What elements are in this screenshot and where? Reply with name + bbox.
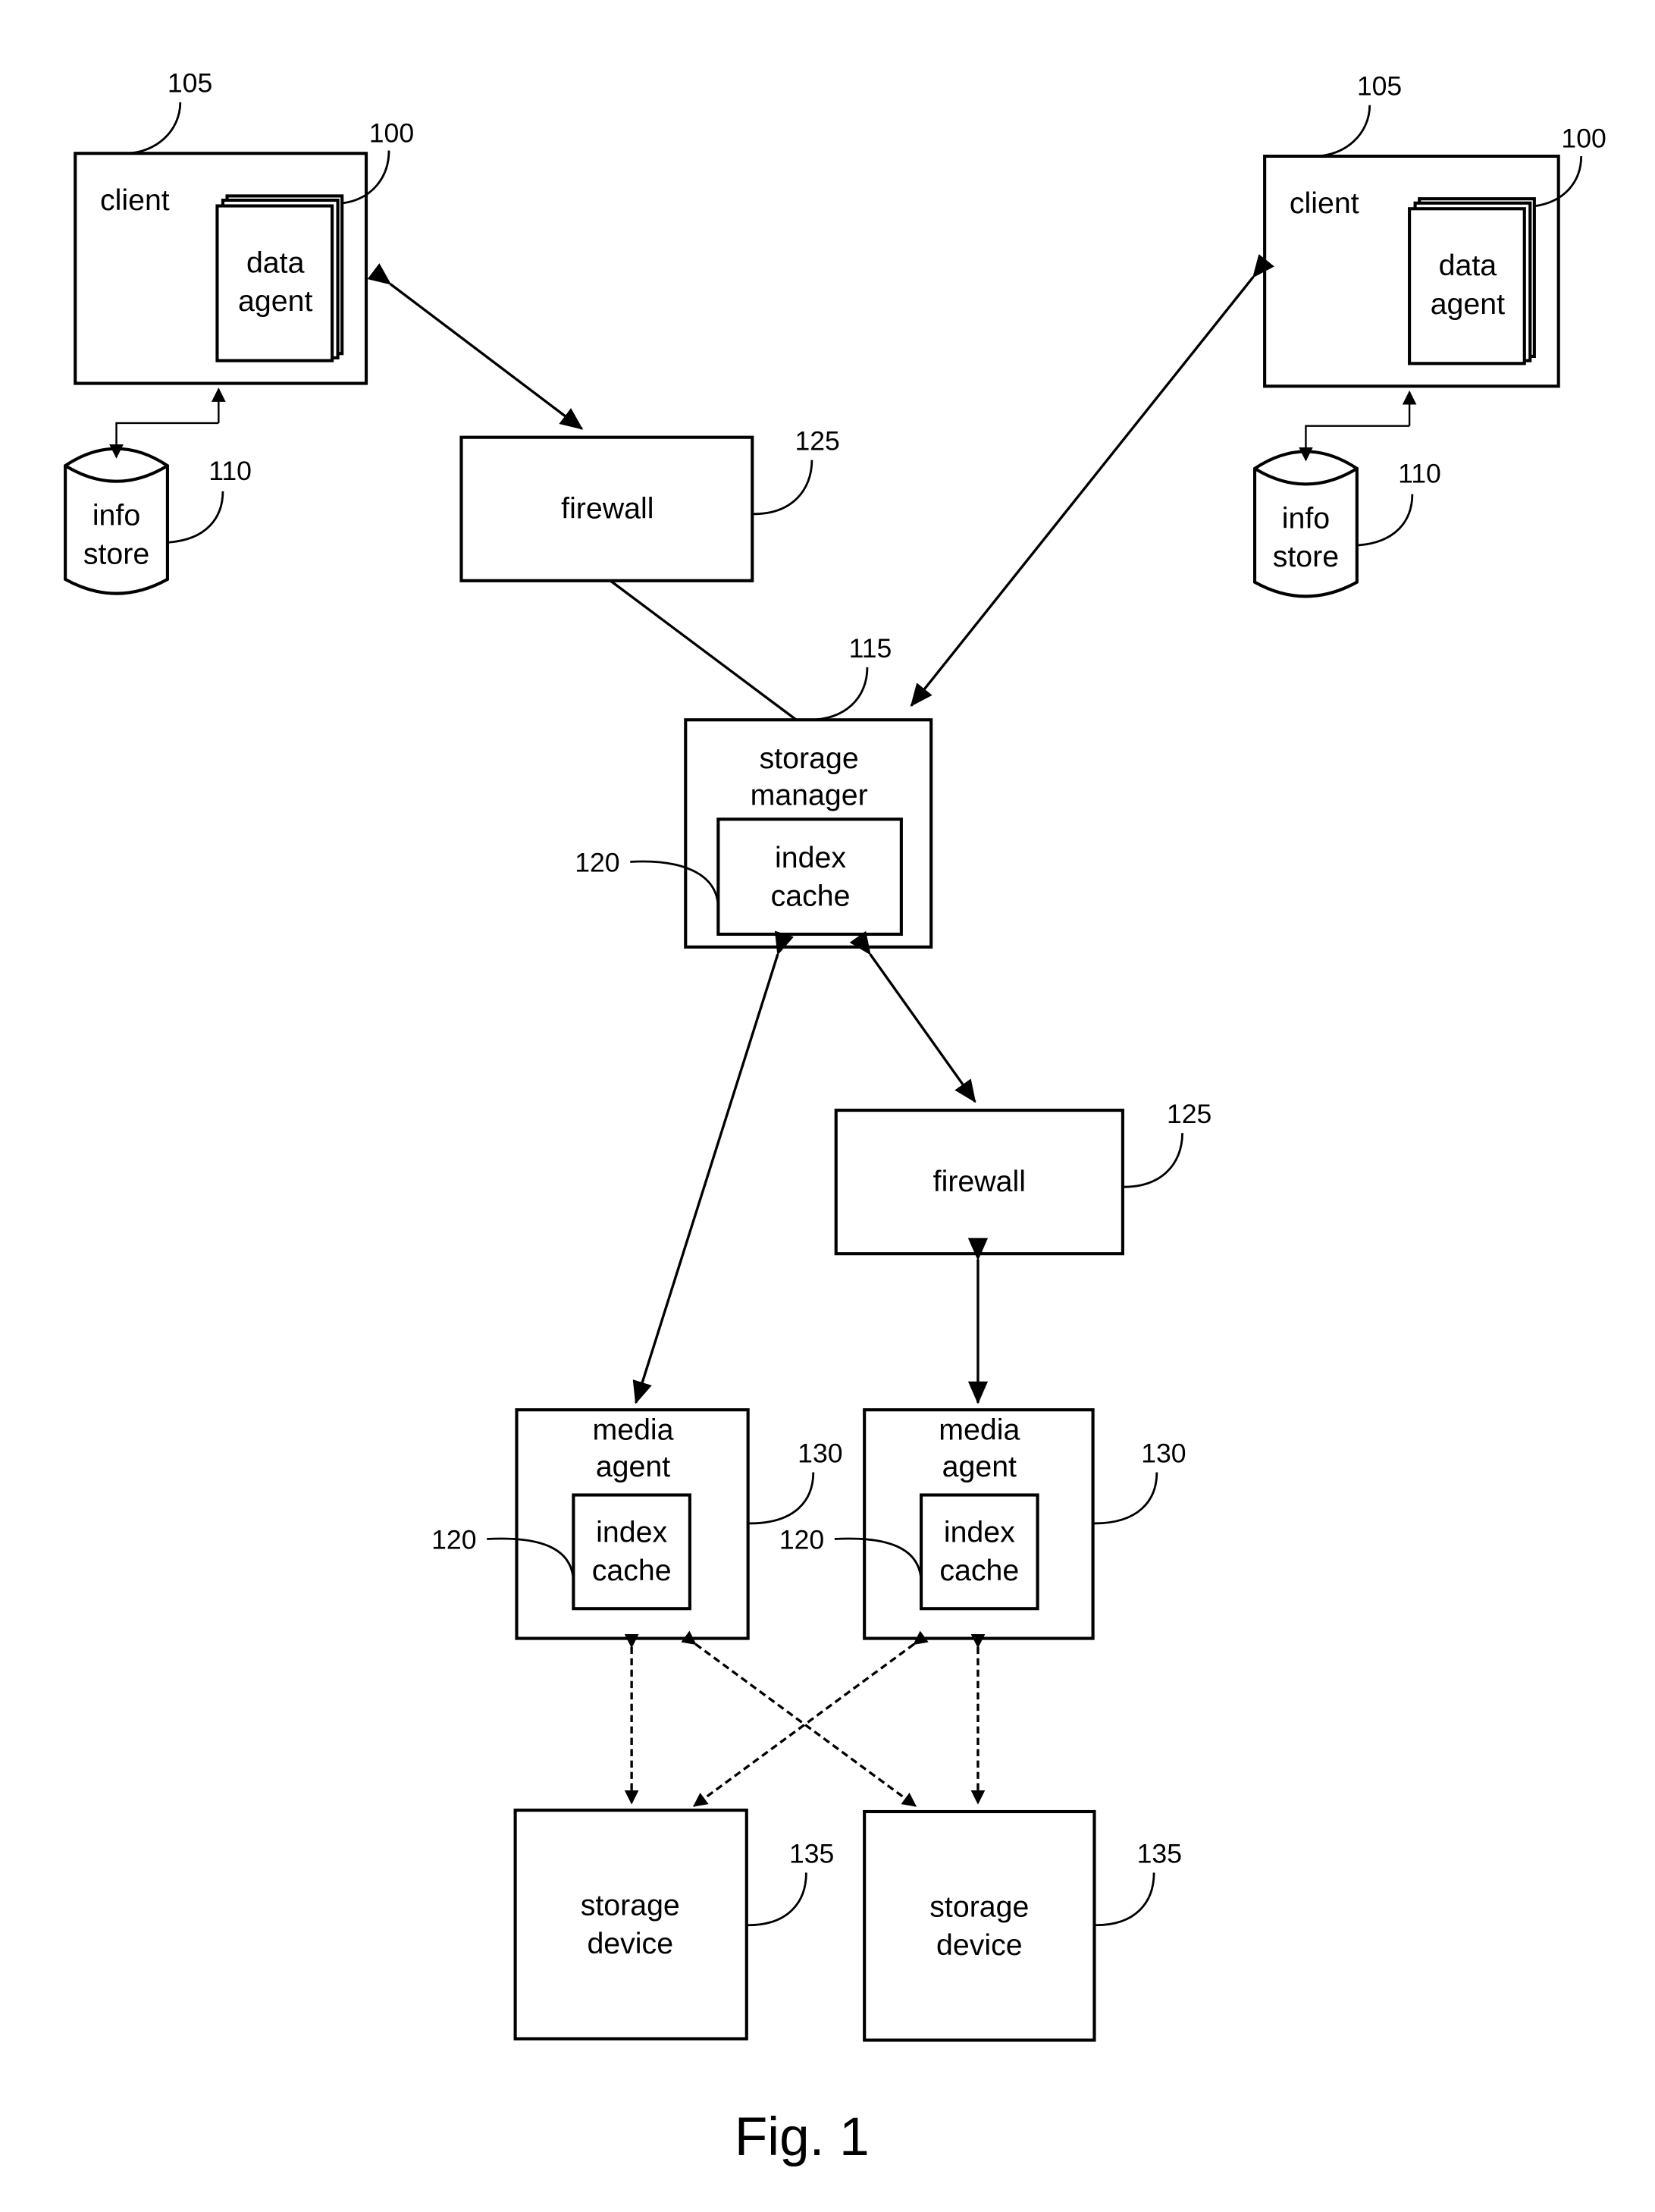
index-cache-line1: index bbox=[944, 1515, 1015, 1548]
leader-125 bbox=[754, 460, 813, 516]
leader-110 bbox=[168, 491, 224, 544]
media-agent-line2: agent bbox=[942, 1450, 1017, 1483]
link-client-manager bbox=[910, 254, 1274, 707]
data-agent-line2: agent bbox=[238, 284, 312, 318]
link-firewall-manager bbox=[610, 579, 798, 721]
ref-120: 120 bbox=[779, 1525, 824, 1555]
storage-device-right: storage device 135 bbox=[863, 1809, 1182, 2042]
client-label: client bbox=[1290, 187, 1359, 220]
leader-105 bbox=[124, 102, 182, 155]
info-store-line2: store bbox=[1273, 540, 1339, 573]
data-agent-line2: agent bbox=[1431, 287, 1505, 321]
firewall-top: firewall 125 bbox=[459, 426, 840, 582]
link-manager-firewall bbox=[849, 930, 976, 1103]
ref-105: 105 bbox=[168, 68, 212, 99]
data-agent-stack: data agent bbox=[215, 194, 344, 362]
data-agent-stack: data agent bbox=[1408, 197, 1536, 366]
ref-120: 120 bbox=[431, 1525, 476, 1555]
media-agent-line1: media bbox=[939, 1413, 1020, 1446]
ref-120: 120 bbox=[575, 848, 619, 878]
ref-130: 130 bbox=[798, 1438, 842, 1468]
link-manager-media-agent bbox=[632, 930, 794, 1404]
info-store-line1: info bbox=[92, 499, 140, 532]
index-cache-line1: index bbox=[775, 841, 846, 874]
firewall-label: firewall bbox=[561, 491, 654, 525]
storage-device-line2: device bbox=[587, 1927, 673, 1960]
link-client-firewall bbox=[367, 263, 584, 430]
storage-device-line1: storage bbox=[929, 1890, 1029, 1924]
storage-device-left: storage device 135 bbox=[513, 1809, 834, 2041]
index-cache-line2: cache bbox=[771, 880, 851, 913]
index-cache-line1: index bbox=[596, 1515, 667, 1548]
ref-110: 110 bbox=[208, 456, 252, 486]
leader-115 bbox=[809, 667, 869, 721]
ref-135: 135 bbox=[789, 1838, 834, 1868]
data-agent-line1: data bbox=[246, 246, 305, 280]
figure-caption: Fig. 1 bbox=[735, 2107, 870, 2167]
index-cache-box bbox=[572, 1493, 691, 1611]
leader-110 bbox=[1358, 494, 1414, 547]
leader-130 bbox=[749, 1472, 815, 1525]
leader-105 bbox=[1314, 105, 1371, 158]
storage-device-line1: storage bbox=[581, 1889, 680, 1922]
ref-125: 125 bbox=[795, 426, 839, 457]
leader-135 bbox=[748, 1872, 807, 1927]
media-agent-line1: media bbox=[592, 1413, 673, 1446]
leader-135 bbox=[1095, 1872, 1155, 1927]
ref-100: 100 bbox=[1561, 124, 1606, 154]
leader-130 bbox=[1094, 1472, 1158, 1525]
storage-manager-line2: manager bbox=[751, 779, 868, 812]
media-agent-line2: agent bbox=[596, 1450, 670, 1483]
firewall-bottom: firewall 125 bbox=[834, 1099, 1211, 1256]
storage-device-box bbox=[863, 1809, 1096, 2042]
ref-135: 135 bbox=[1137, 1838, 1182, 1868]
info-store-right: info store bbox=[1252, 450, 1359, 598]
info-store-left: info store bbox=[64, 447, 169, 595]
client-right: client data agent 105 100 info store 110 bbox=[1252, 71, 1606, 598]
leader-125 bbox=[1124, 1133, 1183, 1188]
index-cache-line2: cache bbox=[592, 1554, 672, 1587]
storage-manager: storage manager index cache 115 120 bbox=[575, 633, 933, 949]
client-label: client bbox=[100, 184, 170, 217]
ref-125: 125 bbox=[1167, 1099, 1211, 1129]
storage-manager-line1: storage bbox=[760, 742, 859, 775]
firewall-label: firewall bbox=[933, 1165, 1026, 1198]
ref-110: 110 bbox=[1398, 459, 1441, 489]
storage-device-box bbox=[513, 1809, 748, 2041]
ref-100: 100 bbox=[369, 118, 414, 148]
index-cache-box bbox=[920, 1493, 1039, 1611]
index-cache-line2: cache bbox=[939, 1554, 1019, 1587]
system-diagram: client data agent 105 100 info store 110… bbox=[64, 68, 1606, 2167]
info-store-line2: store bbox=[83, 537, 149, 570]
client-left: client data agent 105 100 info store 110 bbox=[64, 68, 414, 595]
ref-130: 130 bbox=[1141, 1438, 1186, 1468]
storage-device-line2: device bbox=[936, 1928, 1023, 1962]
ref-115: 115 bbox=[849, 633, 892, 664]
data-agent-line1: data bbox=[1439, 249, 1497, 282]
ref-105: 105 bbox=[1357, 71, 1402, 101]
index-cache-box bbox=[716, 817, 903, 937]
info-store-line1: info bbox=[1282, 502, 1330, 535]
